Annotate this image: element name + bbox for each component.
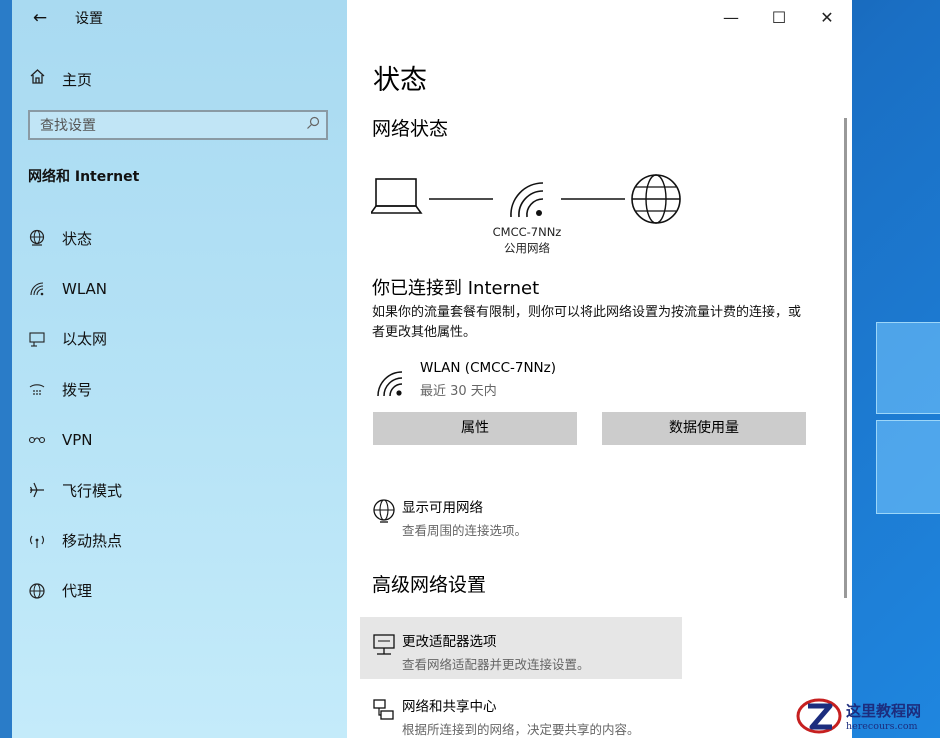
data-usage-button[interactable]: 数据使用量 <box>602 412 806 445</box>
show-networks-title: 显示可用网络 <box>402 500 483 516</box>
show-networks-link[interactable]: 显示可用网络 查看周围的连接选项。 <box>372 496 527 539</box>
sharing-center-icon <box>372 695 402 738</box>
close-button[interactable]: ✕ <box>804 0 850 36</box>
connected-title: 你已连接到 Internet <box>372 278 540 299</box>
page-title: 状态 <box>373 65 427 96</box>
network-adapter-icon <box>372 630 402 673</box>
sidebar-item-label: VPN <box>62 430 93 449</box>
main-panel: — ☐ ✕ 状态 网络状态 CMCC-7NNz 公用网络 你已连接到 Inter… <box>347 0 852 738</box>
section-title: 网络和 Internet <box>28 169 140 185</box>
network-name: CMCC-7NNz <box>492 225 562 239</box>
sidebar-item-label: 飞行模式 <box>62 481 123 500</box>
minimize-button[interactable]: — <box>708 0 754 36</box>
sharing-center-title: 网络和共享中心 <box>402 699 497 715</box>
vpn-icon <box>26 431 48 449</box>
sidebar-item-home[interactable]: 主页 <box>26 65 92 93</box>
status-globe-icon <box>26 229 48 247</box>
watermark: 这里教程网 herecours.com <box>796 694 940 738</box>
airplane-icon <box>26 481 48 499</box>
sidebar-item-label: 移动热点 <box>62 532 123 551</box>
wifi-icon <box>372 358 410 400</box>
ethernet-icon <box>26 330 48 348</box>
sidebar: ← 设置 主页 查找设置 网络和 Internet 状态 WLAN 以太网 拨号… <box>12 0 347 738</box>
desktop-icons-strip <box>0 0 12 738</box>
sidebar-item-hotspot[interactable]: 移动热点 <box>12 515 347 565</box>
sidebar-item-proxy[interactable]: 代理 <box>12 566 347 616</box>
back-button[interactable]: ← <box>26 4 54 32</box>
sidebar-item-label: 拨号 <box>62 380 93 399</box>
windows-logo-icon <box>876 322 940 514</box>
adapter-options-desc: 查看网络适配器并更改连接设置。 <box>402 657 590 672</box>
sidebar-item-status[interactable]: 状态 <box>12 213 347 263</box>
dialup-icon <box>26 380 48 398</box>
sidebar-item-wlan[interactable]: WLAN <box>12 263 347 313</box>
search-icon <box>300 116 326 134</box>
internet-globe-icon <box>631 174 681 224</box>
connection-usage-period: 最近 30 天内 <box>420 384 497 399</box>
sharing-center-link[interactable]: 网络和共享中心 根据所连接到的网络，决定要共享的内容。 <box>372 695 640 738</box>
sidebar-item-label: WLAN <box>62 279 108 298</box>
network-type: 公用网络 <box>504 241 550 255</box>
show-networks-desc: 查看周围的连接选项。 <box>402 523 528 538</box>
back-arrow-icon: ← <box>32 8 48 28</box>
hotspot-icon <box>26 532 48 550</box>
connected-description: 如果你的流量套餐有限制，则你可以将此网络设置为按流量计费的连接，或者更改其他属性… <box>372 305 802 340</box>
maximize-button[interactable]: ☐ <box>756 0 802 36</box>
watermark-logo-icon <box>796 698 842 734</box>
sidebar-item-ethernet[interactable]: 以太网 <box>12 314 347 364</box>
network-status-title: 网络状态 <box>372 118 449 140</box>
wifi-icon <box>510 182 544 218</box>
connection-item: WLAN (CMCC-7NNz) 最近 30 天内 <box>372 358 556 400</box>
sidebar-item-label: 主页 <box>62 70 93 89</box>
wifi-icon <box>26 280 48 298</box>
settings-window: ← 设置 主页 查找设置 网络和 Internet 状态 WLAN 以太网 拨号… <box>12 0 852 738</box>
proxy-globe-icon <box>26 582 48 600</box>
advanced-settings-title: 高级网络设置 <box>372 574 487 596</box>
properties-button[interactable]: 属性 <box>373 412 577 445</box>
sharing-center-desc: 根据所连接到的网络，决定要共享的内容。 <box>402 722 640 737</box>
adapter-options-link[interactable]: 更改适配器选项 查看网络适配器并更改连接设置。 <box>372 630 590 673</box>
search-input[interactable]: 查找设置 <box>28 110 328 140</box>
search-placeholder: 查找设置 <box>40 118 96 134</box>
watermark-title: 这里教程网 <box>846 702 922 720</box>
sidebar-item-vpn[interactable]: VPN <box>12 415 347 465</box>
sidebar-item-airplane[interactable]: 飞行模式 <box>12 465 347 515</box>
laptop-icon <box>371 178 423 214</box>
home-icon <box>26 68 48 90</box>
sidebar-nav: 状态 WLAN 以太网 拨号 VPN 飞行模式 移动热点 代理 <box>12 213 347 616</box>
sidebar-item-dialup[interactable]: 拨号 <box>12 364 347 414</box>
connection-name: WLAN (CMCC-7NNz) <box>420 360 557 376</box>
watermark-url: herecours.com <box>846 721 918 732</box>
adapter-options-title: 更改适配器选项 <box>402 634 497 650</box>
sidebar-item-label: 状态 <box>62 229 93 248</box>
network-diagram: CMCC-7NNz 公用网络 <box>371 170 691 260</box>
app-title: 设置 <box>75 11 103 27</box>
sidebar-item-label: 代理 <box>62 582 93 601</box>
network-label: CMCC-7NNz 公用网络 <box>467 224 587 256</box>
globe-network-icon <box>372 496 402 539</box>
sidebar-item-label: 以太网 <box>62 330 108 349</box>
scrollbar[interactable] <box>844 118 847 598</box>
